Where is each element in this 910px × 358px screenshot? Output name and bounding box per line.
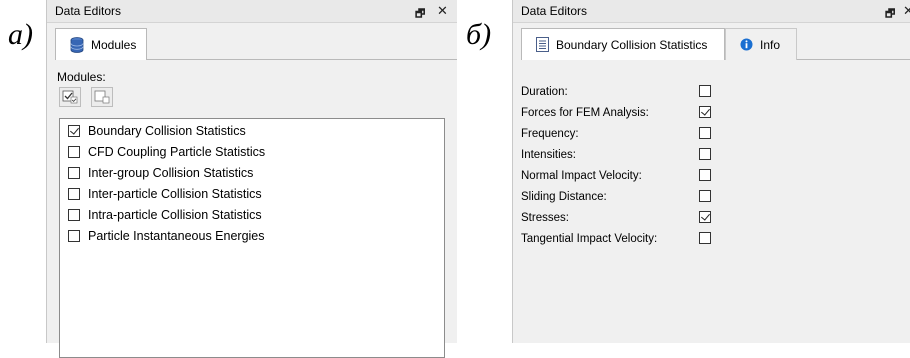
modules-content: Modules: Boundary Collision Statistics C… [55,60,449,358]
property-label: Intensities: [521,149,576,161]
database-icon [70,36,84,53]
property-label: Normal Impact Velocity: [521,170,642,182]
list-item[interactable]: CFD Coupling Particle Statistics [68,145,265,159]
module-label: Inter-particle Collision Statistics [88,187,262,201]
module-checkbox[interactable] [68,188,80,200]
properties-content: Duration: Forces for FEM Analysis: Frequ… [513,60,910,343]
module-label: Boundary Collision Statistics [88,124,246,138]
deselect-all-button[interactable] [91,87,113,107]
check-all-icon [62,90,78,104]
info-icon [740,38,753,51]
module-checkbox[interactable] [68,125,80,137]
tab-boundary-label: Boundary Collision Statistics [556,37,708,52]
module-label: Intra-particle Collision Statistics [88,208,262,222]
module-label: Particle Instantaneous Energies [88,229,265,243]
module-checkbox[interactable] [68,209,80,221]
figure-label-b: б) [466,18,492,51]
list-item[interactable]: Particle Instantaneous Energies [68,229,265,243]
module-label: Inter-group Collision Statistics [88,166,254,180]
property-checkbox-sliding[interactable] [699,190,711,202]
right-panel-titlebar: Data Editors 🗗 ✕ [513,0,910,23]
close-icon[interactable]: ✕ [437,3,448,19]
modules-list[interactable]: Boundary Collision Statistics CFD Coupli… [59,118,445,358]
document-icon [536,37,549,52]
list-item[interactable]: Intra-particle Collision Statistics [68,208,262,222]
select-all-button[interactable] [59,87,81,107]
float-icon[interactable]: 🗗 [885,5,895,24]
property-checkbox-frequency[interactable] [699,127,711,139]
left-data-editors-panel: Data Editors 🗗 ✕ Modules Modules: Bounda… [46,0,457,358]
right-panel-title: Data Editors [521,4,588,18]
module-checkbox[interactable] [68,230,80,242]
uncheck-all-icon [94,90,110,104]
tab-info[interactable]: Info [725,28,797,60]
right-data-editors-panel: Data Editors 🗗 ✕ Boundary Collision Stat… [512,0,910,343]
property-label: Forces for FEM Analysis: [521,107,649,119]
left-panel-title: Data Editors [55,4,122,18]
module-checkbox[interactable] [68,146,80,158]
module-label: CFD Coupling Particle Statistics [88,145,266,159]
module-checkbox[interactable] [68,167,80,179]
tab-modules[interactable]: Modules [55,28,147,60]
property-checkbox-intensities[interactable] [699,148,711,160]
property-label: Stresses: [521,212,569,224]
property-checkbox-normal-velocity[interactable] [699,169,711,181]
figure-label-a: а) [8,18,33,51]
property-label: Frequency: [521,128,579,140]
list-item[interactable]: Inter-particle Collision Statistics [68,187,262,201]
tab-modules-label: Modules [91,37,137,52]
float-icon[interactable]: 🗗 [415,5,425,24]
property-label: Tangential Impact Velocity: [521,233,658,245]
close-icon[interactable]: ✕ [903,3,910,19]
property-label: Duration: [521,86,568,98]
tab-boundary-collision-statistics[interactable]: Boundary Collision Statistics [521,28,725,60]
property-checkbox-stresses[interactable] [699,211,711,223]
property-checkbox-tangential-velocity[interactable] [699,232,711,244]
left-panel-titlebar: Data Editors 🗗 ✕ [47,0,457,23]
property-checkbox-forces[interactable] [699,106,711,118]
property-checkbox-duration[interactable] [699,85,711,97]
modules-label: Modules: [57,70,106,84]
tab-info-label: Info [760,37,781,52]
list-item[interactable]: Inter-group Collision Statistics [68,166,253,180]
list-item[interactable]: Boundary Collision Statistics [68,124,246,138]
property-label: Sliding Distance: [521,191,607,203]
